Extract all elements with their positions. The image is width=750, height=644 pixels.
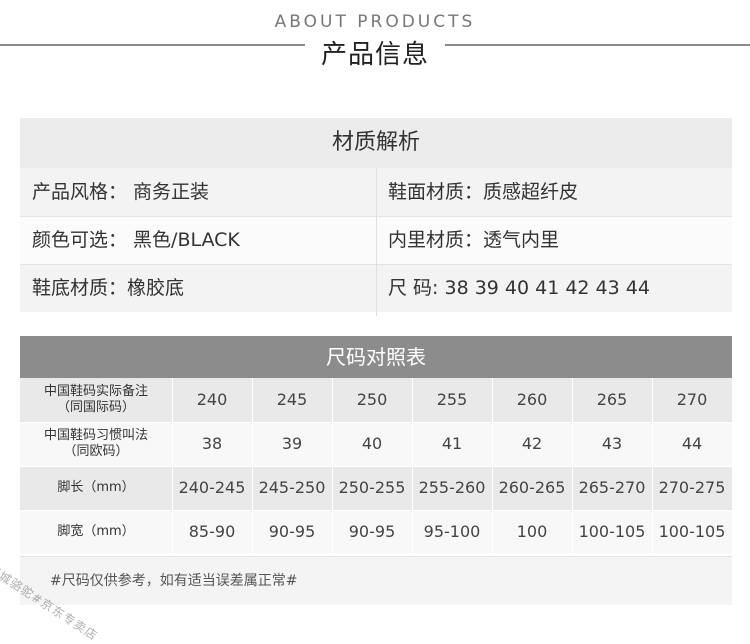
size-note: #尺码仅供参考，如有适当误差属正常# bbox=[20, 556, 732, 605]
size-value-cell: 44 bbox=[681, 434, 703, 453]
size-value-cell: 85-90 bbox=[188, 522, 236, 541]
size-row-header-line1: 脚宽（mm） bbox=[57, 524, 135, 539]
size-chart-row: 脚长（mm） 240-245 245-250 250-255 255-260 260-26… bbox=[20, 466, 732, 510]
row-divider bbox=[20, 466, 732, 467]
size-row-header-line1: 中国鞋码实际备注 bbox=[43, 384, 148, 399]
row-divider bbox=[20, 510, 732, 511]
size-chart-title: 尺码对照表 bbox=[20, 336, 732, 378]
size-row-header: 脚宽（mm） bbox=[20, 510, 172, 554]
size-value-cell: 100-105 bbox=[578, 522, 646, 541]
size-note-text: #尺码仅供参考，如有适当误差属正常# bbox=[50, 573, 298, 589]
size-value-cell: 90-95 bbox=[348, 522, 396, 541]
size-value-cell: 265-270 bbox=[578, 478, 646, 497]
size-value-cell: 250 bbox=[356, 390, 388, 409]
size-value-cell: 39 bbox=[281, 434, 303, 453]
size-value-cell: 265 bbox=[596, 390, 628, 409]
size-chart-row: 中国鞋码实际备注 （同国际码） 240 245 250 255 260 265 270 bbox=[20, 378, 732, 422]
size-value-cell: 245 bbox=[276, 390, 308, 409]
material-title: 材质解析 bbox=[20, 118, 732, 168]
size-value-cell: 255 bbox=[436, 390, 468, 409]
size-value-cell: 40 bbox=[361, 434, 383, 453]
size-value-cell: 240 bbox=[196, 390, 228, 409]
size-value-cell: 270-275 bbox=[658, 478, 726, 497]
header-cn-title: 产品信息 bbox=[320, 40, 429, 70]
size-chart-row: 脚宽（mm） 85-90 90-95 90-95 95-100 100 100-105 100… bbox=[20, 510, 732, 554]
size-value-cell: 90-95 bbox=[268, 522, 316, 541]
size-value-cell: 42 bbox=[521, 434, 543, 453]
material-section: 材质解析 产品风格： 商务正装 鞋面材质：质感超纤皮 颜色可选： 黑色/BLAC… bbox=[20, 118, 732, 316]
material-lining-cell: 内里材质：透气内里 bbox=[388, 229, 560, 251]
size-value-cell: 260-265 bbox=[498, 478, 566, 497]
size-row-header-line1: 脚长（mm） bbox=[57, 480, 135, 495]
column-divider bbox=[376, 168, 377, 316]
size-row-header-line1: 中国鞋码习惯叫法 bbox=[43, 428, 148, 443]
size-value-cell: 270 bbox=[676, 390, 708, 409]
size-row-header: 中国鞋码实际备注 （同国际码） bbox=[20, 378, 172, 422]
material-upper-cell: 鞋面材质：质感超纤皮 bbox=[388, 181, 579, 203]
page-header: ABOUT PRODUCTS 产品信息 bbox=[0, 0, 750, 80]
size-chart-row: 中国鞋码习惯叫法 （同欧码） 38 39 40 41 42 43 44 bbox=[20, 422, 732, 466]
material-sole-cell: 鞋底材质：橡胶底 bbox=[32, 277, 185, 299]
header-en-title: ABOUT PRODUCTS bbox=[274, 12, 476, 32]
size-value-cell: 95-100 bbox=[423, 522, 481, 541]
row-divider bbox=[20, 422, 732, 423]
size-value-cell: 43 bbox=[601, 434, 623, 453]
size-value-cell: 100 bbox=[516, 522, 548, 541]
material-sizes-cell: 尺 码: 38 39 40 41 42 43 44 bbox=[388, 277, 650, 299]
size-value-cell: 240-245 bbox=[178, 478, 246, 497]
size-value-cell: 41 bbox=[441, 434, 463, 453]
size-value-cell: 255-260 bbox=[418, 478, 486, 497]
size-value-cell: 250-255 bbox=[338, 478, 406, 497]
size-row-header-line2: （同国际码） bbox=[56, 400, 135, 415]
size-row-header: 脚长（mm） bbox=[20, 466, 172, 510]
material-style-cell: 产品风格： 商务正装 bbox=[32, 181, 210, 203]
size-value-cell: 100-105 bbox=[658, 522, 726, 541]
size-value-cell: 38 bbox=[201, 434, 223, 453]
size-value-cell: 245-250 bbox=[258, 478, 326, 497]
size-row-header: 中国鞋码习惯叫法 （同欧码） bbox=[20, 422, 172, 466]
material-color-cell: 颜色可选： 黑色/BLACK bbox=[32, 229, 240, 251]
size-row-header-line2: （同欧码） bbox=[63, 444, 129, 459]
size-value-cell: 260 bbox=[516, 390, 548, 409]
